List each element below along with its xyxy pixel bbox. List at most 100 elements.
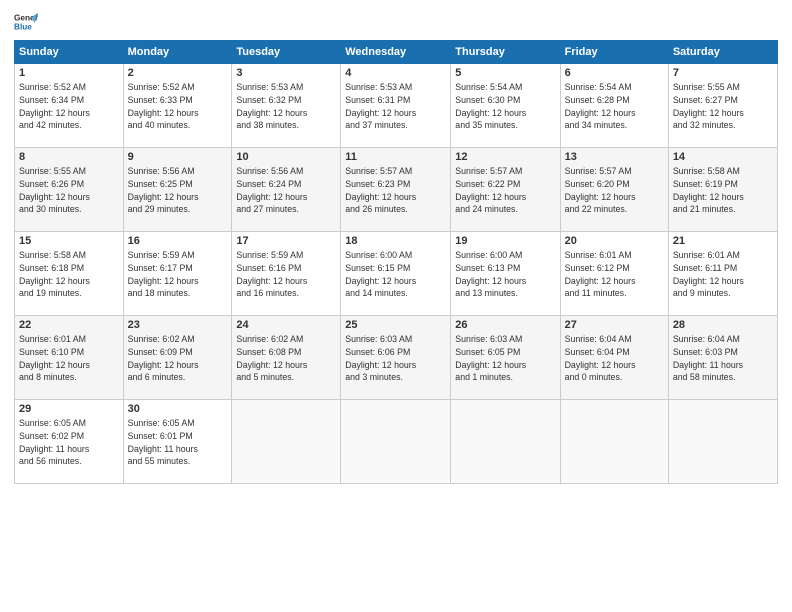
calendar-week-2: 8 Sunrise: 5:55 AMSunset: 6:26 PMDayligh… xyxy=(15,148,778,232)
weekday-header-friday: Friday xyxy=(560,41,668,64)
calendar-cell: 10 Sunrise: 5:56 AMSunset: 6:24 PMDaylig… xyxy=(232,148,341,232)
calendar-week-3: 15 Sunrise: 5:58 AMSunset: 6:18 PMDaylig… xyxy=(15,232,778,316)
day-info: Sunrise: 6:01 AMSunset: 6:11 PMDaylight:… xyxy=(673,250,744,298)
calendar-cell: 12 Sunrise: 5:57 AMSunset: 6:22 PMDaylig… xyxy=(451,148,560,232)
calendar-cell xyxy=(560,400,668,484)
day-number: 4 xyxy=(345,67,446,79)
calendar-cell: 30 Sunrise: 6:05 AMSunset: 6:01 PMDaylig… xyxy=(123,400,232,484)
day-number: 5 xyxy=(455,67,555,79)
day-number: 24 xyxy=(236,319,336,331)
day-number: 23 xyxy=(128,319,228,331)
day-info: Sunrise: 6:01 AMSunset: 6:12 PMDaylight:… xyxy=(565,250,636,298)
day-number: 16 xyxy=(128,235,228,247)
day-info: Sunrise: 5:55 AMSunset: 6:27 PMDaylight:… xyxy=(673,82,744,130)
calendar-cell xyxy=(668,400,777,484)
day-info: Sunrise: 5:53 AMSunset: 6:32 PMDaylight:… xyxy=(236,82,307,130)
day-info: Sunrise: 5:59 AMSunset: 6:17 PMDaylight:… xyxy=(128,250,199,298)
svg-text:Blue: Blue xyxy=(14,23,32,32)
day-number: 7 xyxy=(673,67,773,79)
logo-icon: General Blue xyxy=(14,10,38,34)
page: General Blue SundayMondayTuesdayWednesda… xyxy=(0,0,792,612)
weekday-header-saturday: Saturday xyxy=(668,41,777,64)
day-info: Sunrise: 5:52 AMSunset: 6:34 PMDaylight:… xyxy=(19,82,90,130)
day-number: 17 xyxy=(236,235,336,247)
day-info: Sunrise: 5:56 AMSunset: 6:24 PMDaylight:… xyxy=(236,166,307,214)
calendar-cell: 24 Sunrise: 6:02 AMSunset: 6:08 PMDaylig… xyxy=(232,316,341,400)
calendar-cell: 26 Sunrise: 6:03 AMSunset: 6:05 PMDaylig… xyxy=(451,316,560,400)
day-info: Sunrise: 5:58 AMSunset: 6:19 PMDaylight:… xyxy=(673,166,744,214)
day-info: Sunrise: 5:53 AMSunset: 6:31 PMDaylight:… xyxy=(345,82,416,130)
calendar-cell: 29 Sunrise: 6:05 AMSunset: 6:02 PMDaylig… xyxy=(15,400,124,484)
day-info: Sunrise: 5:58 AMSunset: 6:18 PMDaylight:… xyxy=(19,250,90,298)
day-info: Sunrise: 6:05 AMSunset: 6:02 PMDaylight:… xyxy=(19,418,89,466)
weekday-header-monday: Monday xyxy=(123,41,232,64)
weekday-header-tuesday: Tuesday xyxy=(232,41,341,64)
day-info: Sunrise: 6:03 AMSunset: 6:06 PMDaylight:… xyxy=(345,334,416,382)
day-number: 2 xyxy=(128,67,228,79)
day-info: Sunrise: 5:54 AMSunset: 6:30 PMDaylight:… xyxy=(455,82,526,130)
logo: General Blue xyxy=(14,10,40,34)
calendar-cell: 7 Sunrise: 5:55 AMSunset: 6:27 PMDayligh… xyxy=(668,64,777,148)
day-number: 25 xyxy=(345,319,446,331)
calendar-cell: 3 Sunrise: 5:53 AMSunset: 6:32 PMDayligh… xyxy=(232,64,341,148)
day-info: Sunrise: 5:57 AMSunset: 6:20 PMDaylight:… xyxy=(565,166,636,214)
day-number: 8 xyxy=(19,151,119,163)
day-number: 30 xyxy=(128,403,228,415)
calendar-cell: 17 Sunrise: 5:59 AMSunset: 6:16 PMDaylig… xyxy=(232,232,341,316)
day-info: Sunrise: 5:56 AMSunset: 6:25 PMDaylight:… xyxy=(128,166,199,214)
day-number: 19 xyxy=(455,235,555,247)
day-number: 9 xyxy=(128,151,228,163)
calendar-cell xyxy=(232,400,341,484)
day-number: 6 xyxy=(565,67,664,79)
calendar-cell: 11 Sunrise: 5:57 AMSunset: 6:23 PMDaylig… xyxy=(341,148,451,232)
day-number: 14 xyxy=(673,151,773,163)
calendar-cell: 14 Sunrise: 5:58 AMSunset: 6:19 PMDaylig… xyxy=(668,148,777,232)
calendar-cell: 9 Sunrise: 5:56 AMSunset: 6:25 PMDayligh… xyxy=(123,148,232,232)
calendar-cell: 20 Sunrise: 6:01 AMSunset: 6:12 PMDaylig… xyxy=(560,232,668,316)
day-info: Sunrise: 6:04 AMSunset: 6:04 PMDaylight:… xyxy=(565,334,636,382)
header: General Blue xyxy=(14,10,778,34)
day-info: Sunrise: 5:57 AMSunset: 6:23 PMDaylight:… xyxy=(345,166,416,214)
calendar-header-row: SundayMondayTuesdayWednesdayThursdayFrid… xyxy=(15,41,778,64)
weekday-header-wednesday: Wednesday xyxy=(341,41,451,64)
day-info: Sunrise: 6:02 AMSunset: 6:09 PMDaylight:… xyxy=(128,334,199,382)
calendar-cell xyxy=(341,400,451,484)
calendar-week-1: 1 Sunrise: 5:52 AMSunset: 6:34 PMDayligh… xyxy=(15,64,778,148)
day-number: 11 xyxy=(345,151,446,163)
day-number: 12 xyxy=(455,151,555,163)
day-number: 3 xyxy=(236,67,336,79)
day-number: 18 xyxy=(345,235,446,247)
calendar-cell: 13 Sunrise: 5:57 AMSunset: 6:20 PMDaylig… xyxy=(560,148,668,232)
day-number: 22 xyxy=(19,319,119,331)
day-info: Sunrise: 6:00 AMSunset: 6:15 PMDaylight:… xyxy=(345,250,416,298)
calendar-cell: 22 Sunrise: 6:01 AMSunset: 6:10 PMDaylig… xyxy=(15,316,124,400)
day-info: Sunrise: 6:03 AMSunset: 6:05 PMDaylight:… xyxy=(455,334,526,382)
day-info: Sunrise: 6:05 AMSunset: 6:01 PMDaylight:… xyxy=(128,418,198,466)
calendar-week-4: 22 Sunrise: 6:01 AMSunset: 6:10 PMDaylig… xyxy=(15,316,778,400)
day-number: 27 xyxy=(565,319,664,331)
calendar-cell: 16 Sunrise: 5:59 AMSunset: 6:17 PMDaylig… xyxy=(123,232,232,316)
calendar-cell xyxy=(451,400,560,484)
calendar-cell: 5 Sunrise: 5:54 AMSunset: 6:30 PMDayligh… xyxy=(451,64,560,148)
day-info: Sunrise: 5:54 AMSunset: 6:28 PMDaylight:… xyxy=(565,82,636,130)
day-info: Sunrise: 6:04 AMSunset: 6:03 PMDaylight:… xyxy=(673,334,743,382)
calendar-cell: 25 Sunrise: 6:03 AMSunset: 6:06 PMDaylig… xyxy=(341,316,451,400)
day-number: 20 xyxy=(565,235,664,247)
day-number: 13 xyxy=(565,151,664,163)
day-number: 1 xyxy=(19,67,119,79)
day-number: 15 xyxy=(19,235,119,247)
day-info: Sunrise: 5:57 AMSunset: 6:22 PMDaylight:… xyxy=(455,166,526,214)
calendar-cell: 1 Sunrise: 5:52 AMSunset: 6:34 PMDayligh… xyxy=(15,64,124,148)
day-number: 28 xyxy=(673,319,773,331)
calendar-cell: 23 Sunrise: 6:02 AMSunset: 6:09 PMDaylig… xyxy=(123,316,232,400)
calendar-week-5: 29 Sunrise: 6:05 AMSunset: 6:02 PMDaylig… xyxy=(15,400,778,484)
day-number: 29 xyxy=(19,403,119,415)
calendar-table: SundayMondayTuesdayWednesdayThursdayFrid… xyxy=(14,40,778,484)
day-info: Sunrise: 6:01 AMSunset: 6:10 PMDaylight:… xyxy=(19,334,90,382)
day-info: Sunrise: 5:52 AMSunset: 6:33 PMDaylight:… xyxy=(128,82,199,130)
calendar-cell: 28 Sunrise: 6:04 AMSunset: 6:03 PMDaylig… xyxy=(668,316,777,400)
day-info: Sunrise: 5:55 AMSunset: 6:26 PMDaylight:… xyxy=(19,166,90,214)
calendar-cell: 21 Sunrise: 6:01 AMSunset: 6:11 PMDaylig… xyxy=(668,232,777,316)
day-info: Sunrise: 6:00 AMSunset: 6:13 PMDaylight:… xyxy=(455,250,526,298)
calendar-cell: 15 Sunrise: 5:58 AMSunset: 6:18 PMDaylig… xyxy=(15,232,124,316)
